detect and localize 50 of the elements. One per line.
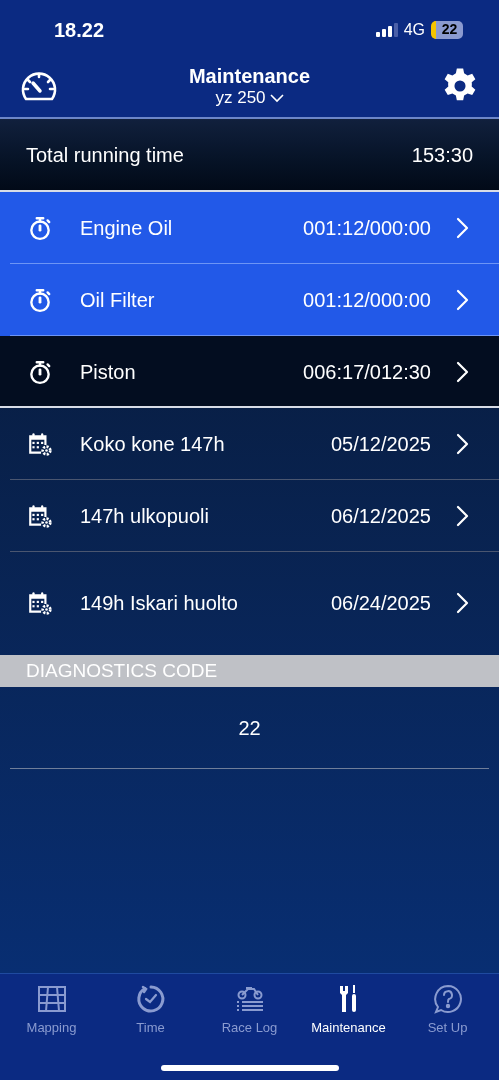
chevron-right-icon [455, 217, 469, 239]
tab-item[interactable]: Maintenance [300, 984, 397, 1038]
item-value: 001:12/000:00 [303, 288, 431, 313]
section-header: DIAGNOSTICS CODE [0, 655, 499, 687]
maintenance-row[interactable]: 147h ulkopuoli 06/12/2025 [0, 480, 499, 552]
tab-item[interactable]: Time [102, 984, 199, 1038]
maintenance-row[interactable]: Oil Filter 001:12/000:00 [0, 264, 499, 336]
signal-icon [375, 22, 398, 37]
item-label: 147h ulkopuoli [80, 504, 210, 528]
chevron-right-icon [455, 289, 469, 311]
stopwatch-icon [27, 215, 53, 241]
chevron-right-icon [455, 361, 469, 383]
chevron-right-icon [455, 433, 469, 455]
help-bubble-icon [431, 984, 464, 1014]
network-label: 4G [403, 19, 425, 40]
stopwatch-icon [27, 287, 53, 313]
total-label: Total running time [26, 142, 184, 168]
tab-item[interactable]: Set Up [399, 984, 496, 1038]
chevron-right-icon [455, 591, 469, 614]
item-value: 06/24/2025 [330, 590, 431, 616]
tab-item[interactable]: Mapping [3, 984, 100, 1038]
item-value: 001:12/000:00 [303, 216, 431, 241]
bike-selector[interactable]: yz 250 [215, 88, 284, 108]
item-label: 149h Iskari huolto [80, 590, 238, 615]
item-label: Oil Filter [80, 288, 156, 312]
maintenance-row[interactable]: Engine Oil 001:12/000:00 [0, 192, 499, 264]
item-label: Engine Oil [80, 216, 174, 240]
total-value: 153:30 [411, 142, 473, 168]
item-value: 06/12/2025 [330, 504, 431, 529]
maintenance-row[interactable]: Piston 006:17/012:30 [0, 336, 499, 408]
speedometer-icon[interactable] [20, 69, 58, 103]
map-icon [35, 984, 68, 1014]
stopwatch-icon [27, 359, 53, 385]
calendar-gear-icon [27, 503, 53, 529]
item-label: Piston [80, 360, 137, 384]
chevron-down-icon [269, 93, 284, 103]
page-title: Maintenance [188, 64, 311, 88]
battery-indicator: 22 [431, 20, 463, 39]
maintenance-row[interactable]: 149h Iskari huolto 06/24/2025 [0, 552, 499, 653]
maintenance-row[interactable]: Koko kone 147h 05/12/2025 [0, 408, 499, 480]
item-value: 006:17/012:30 [303, 360, 431, 385]
tab-item[interactable]: Race Log [201, 984, 298, 1038]
calendar-gear-icon [27, 431, 53, 457]
diagnostics-code: 22 [238, 715, 261, 741]
chevron-right-icon [455, 505, 469, 527]
calendar-gear-icon [27, 589, 53, 616]
status-time: 18.22 [54, 17, 105, 43]
item-label: Koko kone 147h [80, 432, 226, 456]
item-value: 05/12/2025 [330, 432, 431, 457]
clock-check-icon [134, 984, 167, 1014]
